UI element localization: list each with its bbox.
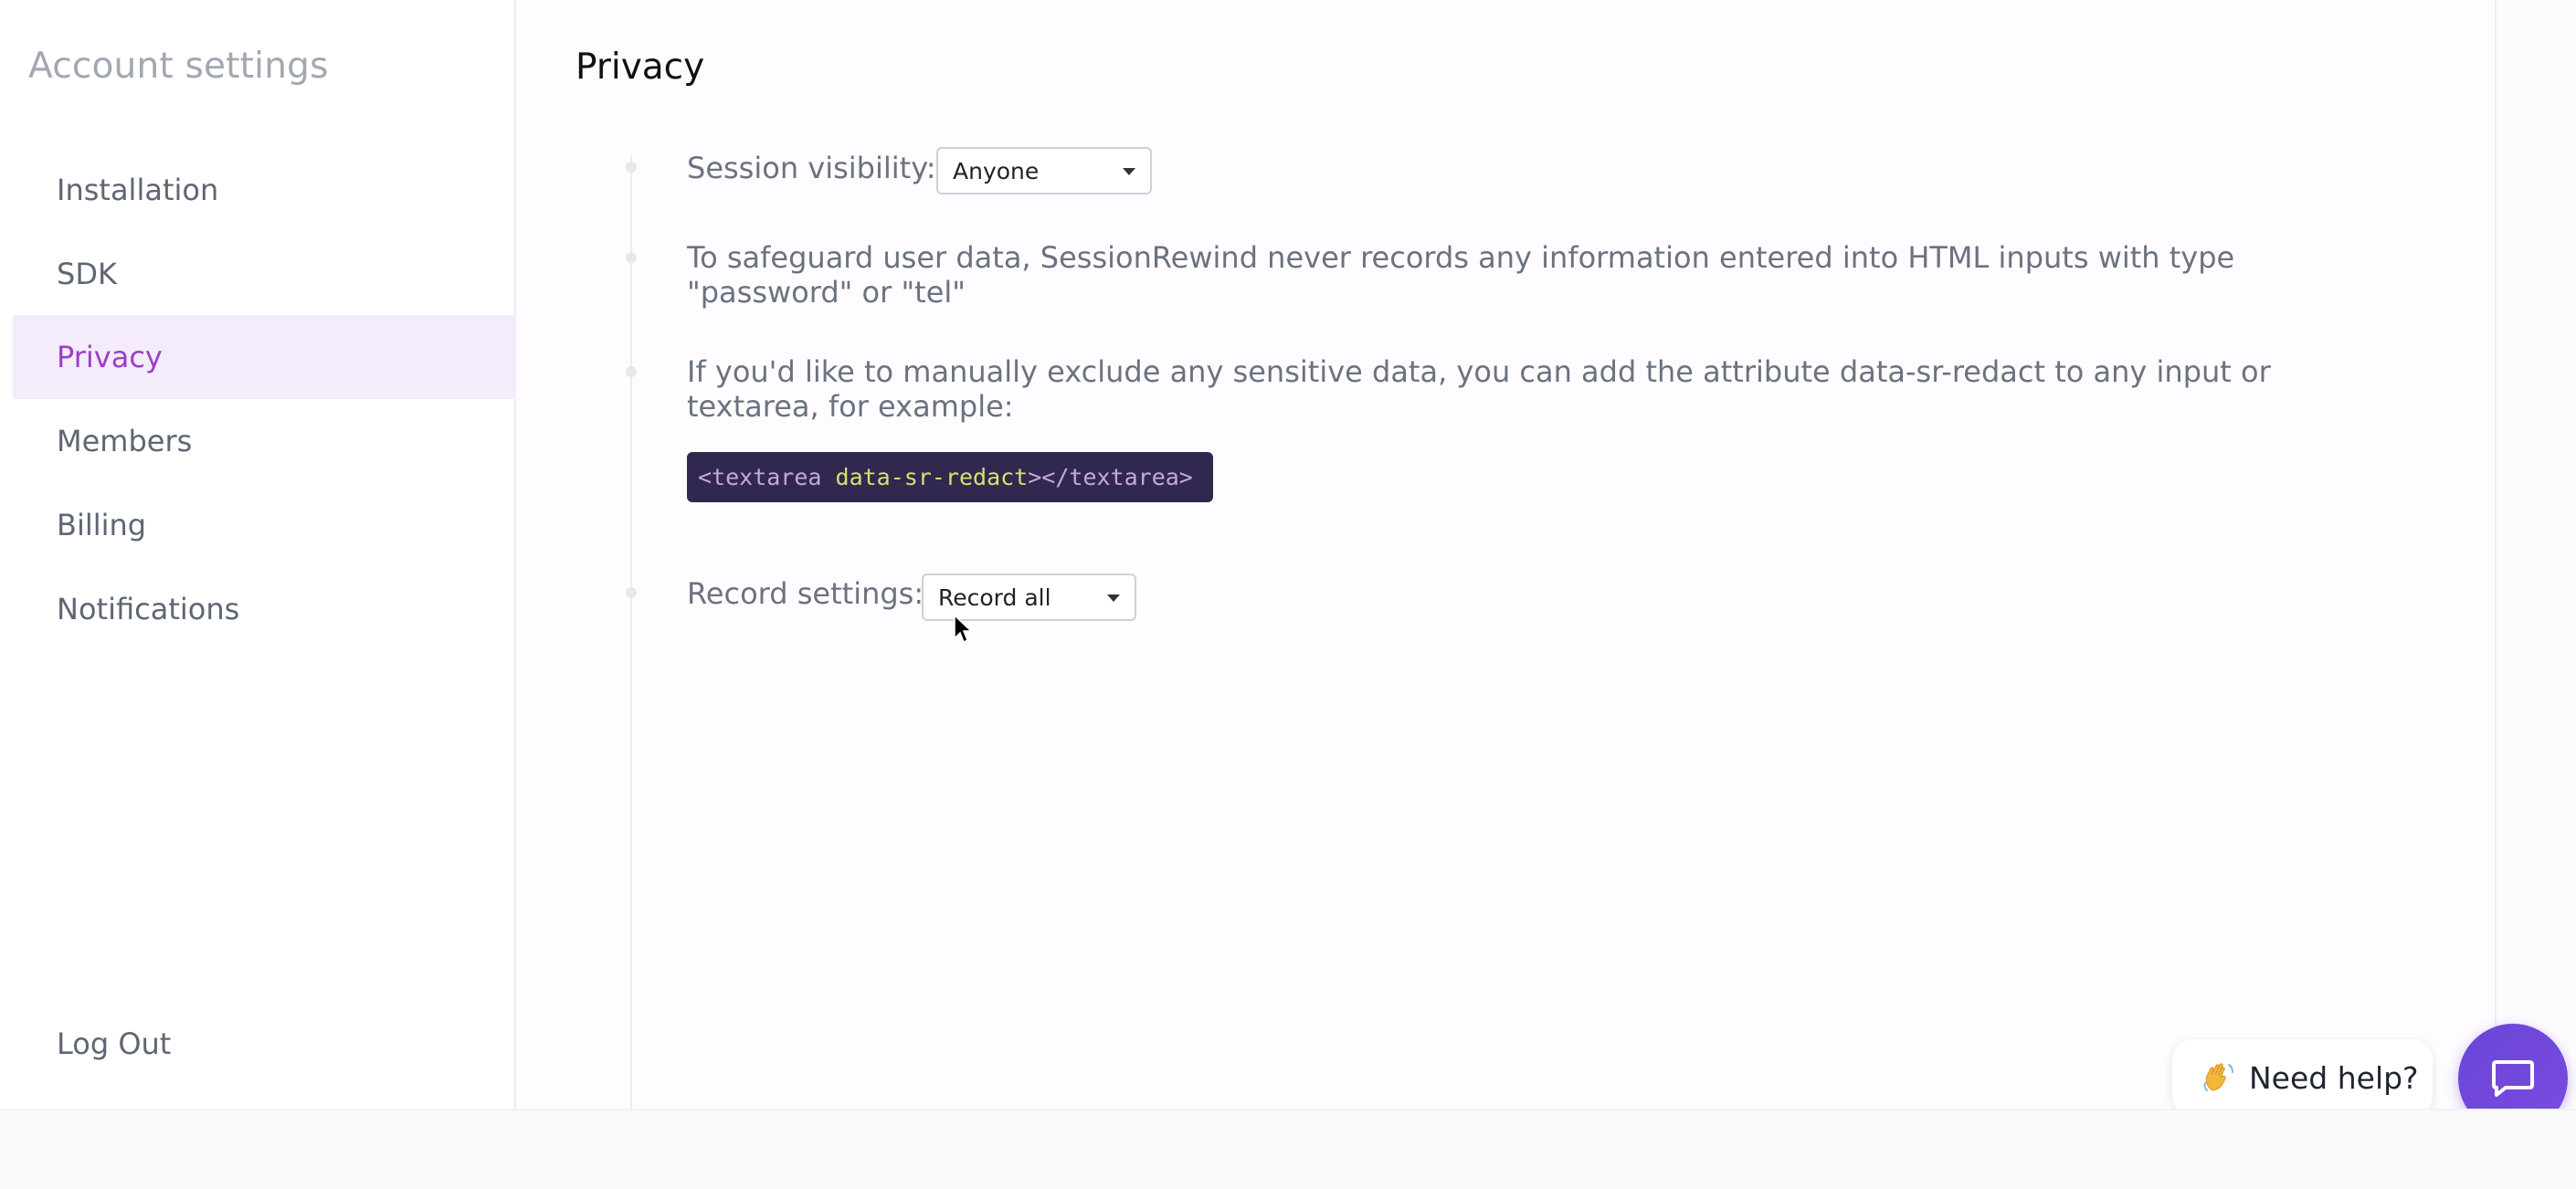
- page-title: Privacy: [575, 47, 705, 88]
- session-visibility-select[interactable]: Anyone: [936, 147, 1152, 195]
- timeline-dot: [626, 162, 637, 173]
- code-example: <textarea data-sr-redact ></textarea>: [687, 452, 1213, 502]
- code-open-tag: <textarea: [698, 464, 836, 490]
- chevron-down-icon: [1123, 168, 1135, 175]
- timeline-dot: [626, 252, 637, 263]
- waving-hand-icon: [2203, 1063, 2233, 1091]
- record-settings-value: Record all: [938, 584, 1051, 611]
- footer-strip: [0, 1109, 2576, 1189]
- sidebar-item-members[interactable]: Members: [13, 399, 516, 483]
- session-visibility-label: Session visibility:: [687, 151, 936, 185]
- code-close-tag: ></textarea>: [1028, 464, 1193, 490]
- main-content: Privacy Session visibility: Anyone To sa…: [518, 0, 2497, 1109]
- sidebar: Account settings Installation SDK Privac…: [0, 0, 516, 1109]
- sidebar-item-privacy[interactable]: Privacy: [13, 315, 516, 399]
- chat-icon: [2492, 1060, 2534, 1097]
- session-visibility-value: Anyone: [953, 157, 1040, 184]
- need-help-label: Need help?: [2249, 1059, 2419, 1096]
- sidebar-item-installation[interactable]: Installation: [13, 148, 516, 232]
- sidebar-item-notifications[interactable]: Notifications: [13, 567, 516, 651]
- mouse-cursor-icon: [954, 615, 973, 644]
- need-help-button[interactable]: Need help?: [2172, 1039, 2433, 1116]
- record-settings-label: Record settings:: [687, 576, 924, 611]
- code-attribute: data-sr-redact: [835, 464, 1029, 490]
- sidebar-item-sdk[interactable]: SDK: [13, 232, 516, 316]
- timeline-dot: [626, 366, 637, 377]
- logout-link[interactable]: Log Out: [57, 1026, 171, 1061]
- password-note: To safeguard user data, SessionRewind ne…: [687, 240, 2235, 310]
- sidebar-item-billing[interactable]: Billing: [13, 483, 516, 567]
- timeline-line: [630, 155, 632, 1109]
- timeline-dot: [626, 587, 637, 598]
- chevron-down-icon: [1107, 594, 1120, 602]
- sidebar-title: Account settings: [28, 46, 329, 87]
- redact-note: If you'd like to manually exclude any se…: [687, 354, 2271, 424]
